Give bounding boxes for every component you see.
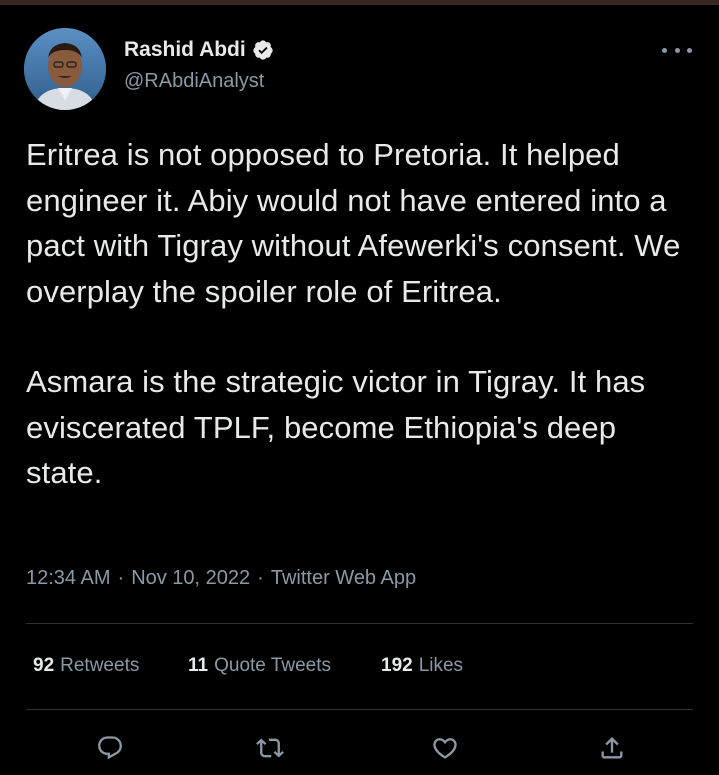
tweet-meta: 12:34 AM · Nov 10, 2022 · Twitter Web Ap…: [26, 567, 416, 590]
dot: [674, 47, 680, 53]
tweet-paragraph: Eritrea is not opposed to Pretoria. It h…: [26, 137, 681, 309]
divider: [26, 709, 693, 710]
tweet-source[interactable]: Twitter Web App: [271, 567, 416, 590]
quotes-label: Quote Tweets: [214, 655, 331, 676]
share-icon: [601, 737, 623, 759]
author-name[interactable]: Rashid Abdi: [124, 38, 246, 62]
share-button[interactable]: [592, 728, 632, 768]
tweet-card: Rashid Abdi @RAbdiAnalyst Eritrea is not…: [0, 0, 719, 775]
tweet-date[interactable]: Nov 10, 2022: [131, 567, 250, 590]
tweet-paragraph: Asmara is the strategic victor in Tigray…: [26, 364, 646, 490]
action-bar: [0, 728, 719, 768]
retweets-label: Retweets: [60, 655, 140, 676]
retweets-count: 92: [33, 655, 55, 676]
likes-label: Likes: [418, 655, 464, 676]
like-button[interactable]: [425, 728, 465, 768]
meta-separator: ·: [117, 567, 125, 589]
dot: [662, 47, 667, 53]
quote-tweets-stat[interactable]: 11 Quote Tweets: [188, 655, 381, 677]
reply-icon: [98, 736, 122, 760]
tweet-text: Eritrea is not opposed to Pretoria. It h…: [26, 132, 696, 496]
retweet-button[interactable]: [250, 728, 290, 768]
divider: [26, 623, 693, 624]
verified-badge-icon: [253, 40, 273, 60]
meta-separator: ·: [257, 567, 264, 589]
dot: [687, 47, 692, 53]
engagement-stats: 92 Retweets 11 Quote Tweets 192 Likes: [33, 655, 463, 677]
author-handle[interactable]: @RAbdiAnalyst: [124, 70, 264, 93]
tweet-time[interactable]: 12:34 AM: [26, 567, 111, 590]
likes-stat[interactable]: 192 Likes: [381, 655, 463, 677]
avatar-photo: [24, 28, 106, 110]
author-name-row: Rashid Abdi: [124, 38, 274, 62]
retweet-icon: [256, 738, 284, 758]
retweets-stat[interactable]: 92 Retweets: [33, 655, 188, 677]
like-icon: [433, 738, 457, 759]
likes-count: 192: [381, 655, 413, 676]
quotes-count: 11: [188, 655, 209, 676]
avatar[interactable]: [24, 28, 106, 110]
more-options-icon[interactable]: [662, 40, 692, 60]
reply-button[interactable]: [90, 728, 130, 768]
